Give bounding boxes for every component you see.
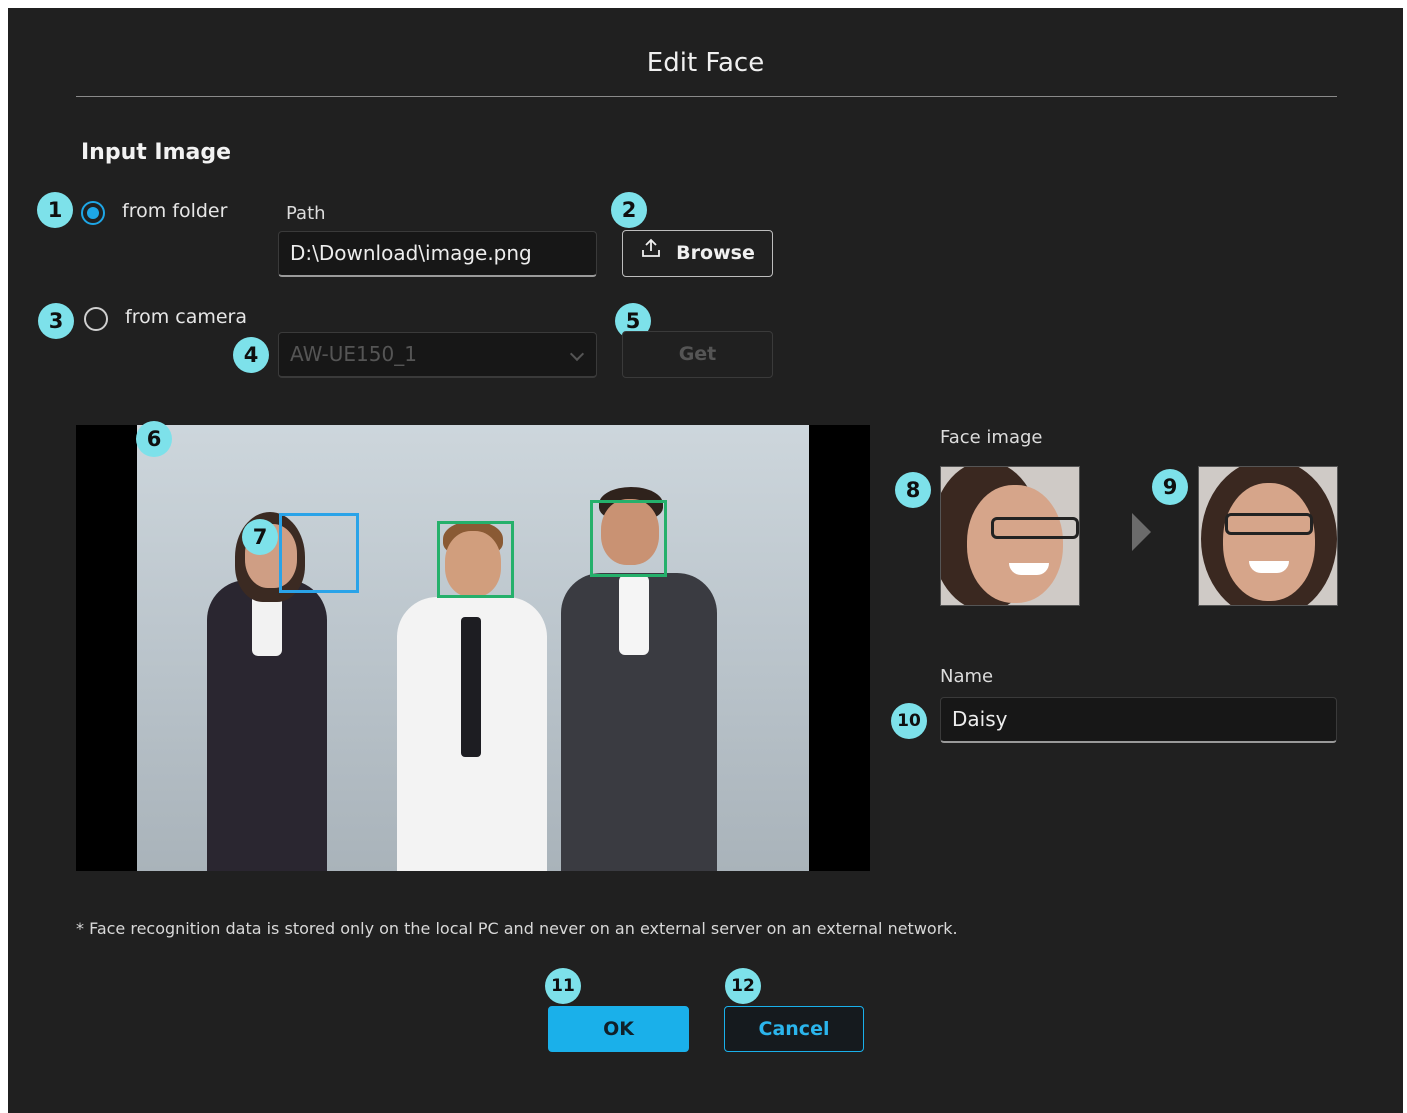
chevron-down-icon bbox=[569, 346, 585, 362]
browse-button[interactable]: Browse bbox=[622, 230, 773, 277]
camera-select[interactable]: AW-UE150_1 bbox=[278, 332, 597, 378]
upload-icon bbox=[640, 231, 662, 276]
name-input[interactable]: Daisy bbox=[940, 697, 1337, 743]
face-image-label: Face image bbox=[940, 427, 1043, 448]
image-preview bbox=[76, 425, 870, 871]
cancel-button[interactable]: Cancel bbox=[724, 1006, 864, 1052]
callout-badge-4: 4 bbox=[233, 337, 269, 373]
callout-badge-7: 7 bbox=[242, 519, 278, 555]
camera-select-value: AW-UE150_1 bbox=[290, 342, 417, 366]
callout-badge-12: 12 bbox=[725, 968, 761, 1004]
face-image-aligned bbox=[1198, 466, 1338, 606]
path-input[interactable]: D:\Download\image.png bbox=[278, 231, 597, 277]
dialog-title: Edit Face bbox=[646, 48, 765, 78]
callout-badge-1: 1 bbox=[37, 192, 73, 228]
face-image-original bbox=[940, 466, 1080, 606]
face-box-selected[interactable] bbox=[279, 513, 359, 593]
callout-badge-11: 11 bbox=[545, 968, 581, 1004]
get-button[interactable]: Get bbox=[622, 331, 773, 378]
callout-badge-10: 10 bbox=[891, 703, 927, 739]
ok-button[interactable]: OK bbox=[548, 1006, 689, 1052]
title-divider bbox=[76, 96, 1337, 97]
callout-badge-2: 2 bbox=[611, 192, 647, 228]
from-camera-radio[interactable] bbox=[84, 307, 108, 331]
callout-badge-9: 9 bbox=[1152, 469, 1188, 505]
name-label: Name bbox=[940, 666, 994, 687]
preview-photo bbox=[137, 425, 809, 871]
face-box-middle[interactable] bbox=[437, 521, 514, 598]
callout-badge-6: 6 bbox=[136, 421, 172, 457]
path-label: Path bbox=[286, 203, 326, 224]
callout-badge-8: 8 bbox=[895, 472, 931, 508]
arrow-right-icon bbox=[1132, 513, 1151, 551]
from-camera-label[interactable]: from camera bbox=[125, 306, 247, 328]
edit-face-dialog: Edit Face Input Image 1 from folder Path… bbox=[8, 8, 1403, 1113]
from-folder-label[interactable]: from folder bbox=[122, 200, 227, 222]
from-folder-radio[interactable] bbox=[81, 201, 105, 225]
face-box-right[interactable] bbox=[590, 500, 667, 577]
privacy-footnote: * Face recognition data is stored only o… bbox=[76, 919, 958, 938]
input-image-heading: Input Image bbox=[81, 140, 232, 165]
browse-button-label: Browse bbox=[676, 242, 755, 264]
callout-badge-3: 3 bbox=[38, 303, 74, 339]
